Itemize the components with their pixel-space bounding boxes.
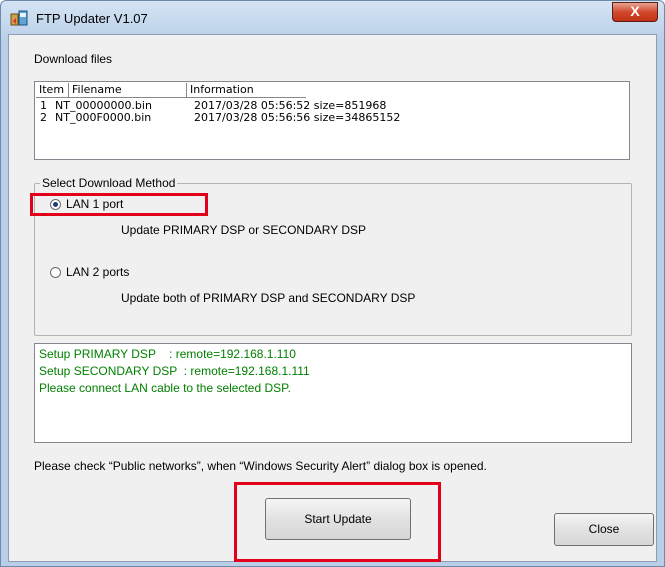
ftp-updater-window: FTP Updater V1.07 X Download files Item … [0, 0, 665, 567]
download-method-group-title: Select Download Method [40, 176, 178, 190]
close-button[interactable]: Close [554, 513, 654, 546]
highlight-lan-1-port [30, 193, 208, 216]
column-header-information[interactable]: Information [187, 83, 307, 97]
log-line: Setup SECONDARY DSP : remote=192.168.1.1… [39, 364, 310, 378]
radio-button-lan2[interactable] [50, 267, 61, 278]
ftp-app-icon [10, 10, 28, 26]
close-button-label: Close [588, 522, 620, 536]
title-bar[interactable]: FTP Updater V1.07 X [1, 1, 664, 35]
status-log[interactable]: Setup PRIMARY DSP : remote=192.168.1.110… [34, 343, 632, 443]
lan-1-port-description: Update PRIMARY DSP or SECONDARY DSP [121, 223, 366, 237]
download-files-label: Download files [34, 52, 113, 66]
window-title: FTP Updater V1.07 [36, 11, 148, 26]
log-line: Please connect LAN cable to the selected… [39, 381, 291, 395]
row-filename: NT_000F0000.bin [55, 111, 152, 124]
row-information: 2017/03/28 05:56:56 size=34865152 [194, 111, 401, 124]
lan-2-ports-description: Update both of PRIMARY DSP and SECONDARY… [121, 291, 416, 305]
download-files-list[interactable]: Item Filename Information 1 NT_00000000.… [34, 81, 630, 160]
window-close-button[interactable]: X [612, 2, 658, 22]
log-line: Setup PRIMARY DSP : remote=192.168.1.110 [39, 347, 296, 361]
security-notice: Please check “Public networks”, when “Wi… [34, 459, 487, 473]
highlight-start-update [234, 482, 441, 562]
header-divider [36, 97, 306, 98]
close-icon: X [630, 3, 640, 19]
row-item: 2 [40, 111, 47, 124]
column-header-item[interactable]: Item [36, 83, 69, 97]
lan-2-ports-label[interactable]: LAN 2 ports [66, 265, 129, 279]
column-header-filename[interactable]: Filename [69, 83, 187, 97]
